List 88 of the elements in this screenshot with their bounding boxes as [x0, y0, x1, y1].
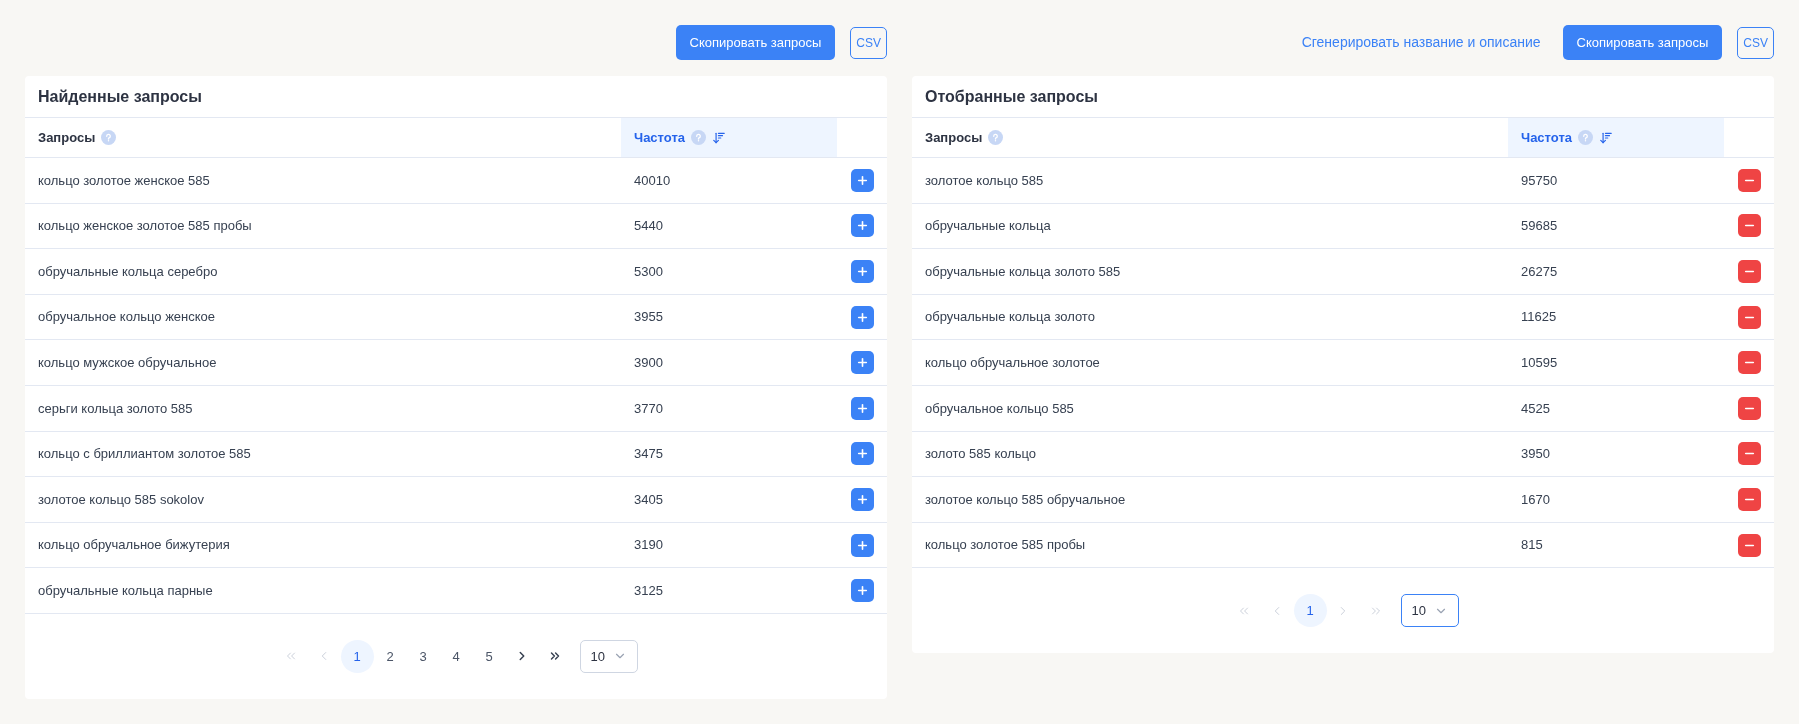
frequency-cell-text: 40010 — [633, 171, 672, 190]
csv-button[interactable]: CSV — [1737, 26, 1774, 59]
column-header[interactable]: Частота — [621, 118, 837, 157]
frequency-cell-text: 3190 — [633, 536, 664, 555]
query-cell-text: обручальные кольца — [924, 217, 1052, 236]
frequency-cell-text: 5300 — [633, 262, 664, 281]
query-cell-text: золото 585 кольцо — [924, 445, 1038, 464]
page-button[interactable]: 1 — [1293, 594, 1327, 628]
panel-title: Отобранные запросы — [925, 86, 1098, 107]
query-cell-text: серьги кольца золото 585 — [37, 399, 194, 418]
frequency-cell-text: 1670 — [1520, 490, 1551, 509]
page-button[interactable]: 4 — [439, 639, 473, 673]
column-header[interactable]: Запросы — [912, 118, 1508, 157]
page-button[interactable]: 1 — [340, 639, 374, 673]
plus-icon — [855, 356, 869, 370]
remove-button[interactable] — [1737, 487, 1761, 511]
remove-button[interactable] — [1737, 396, 1761, 420]
page-size-select[interactable]: 10 — [1400, 594, 1459, 628]
query-cell-text: обручальные кольца парные — [37, 581, 214, 600]
remove-button[interactable] — [1737, 442, 1761, 466]
column-header[interactable]: Частота — [1508, 118, 1724, 157]
frequency-cell-text: 59685 — [1520, 217, 1559, 236]
query-cell-text: обручальное кольцо 585 — [924, 399, 1075, 418]
frequency-cell-text: 11625 — [1520, 308, 1558, 327]
remove-button[interactable] — [1737, 533, 1761, 557]
query-cell-text: кольцо с бриллиантом золотое 585 — [37, 445, 252, 464]
query-cell-text: золотое кольцо 585 sokolov — [37, 490, 205, 509]
frequency-cell-text: 4525 — [1520, 399, 1551, 418]
plus-icon — [855, 538, 869, 552]
page-button[interactable]: 3 — [406, 639, 440, 673]
frequency-cell-text: 3900 — [633, 353, 664, 372]
query-cell-text: кольцо женское золотое 585 пробы — [37, 217, 253, 236]
plus-icon — [855, 492, 869, 506]
plus-icon — [855, 173, 869, 187]
sort-icon[interactable] — [1599, 130, 1613, 145]
frequency-cell-text: 3950 — [1520, 445, 1551, 464]
query-cell-text: золотое кольцо 585 обручальное — [924, 490, 1127, 509]
column-header[interactable]: Запросы — [25, 118, 621, 157]
frequency-cell-text: 3475 — [633, 445, 664, 464]
remove-button[interactable] — [1737, 305, 1761, 329]
plus-icon — [855, 401, 869, 415]
query-cell-text: обручальные кольца золото 585 — [924, 262, 1122, 281]
add-button[interactable] — [850, 396, 874, 420]
add-button[interactable] — [850, 305, 874, 329]
query-cell-text: кольцо мужское обручальное — [37, 353, 218, 372]
frequency-cell-text: 95750 — [1520, 171, 1559, 190]
csv-button[interactable]: CSV — [850, 26, 887, 59]
add-button[interactable] — [850, 214, 874, 238]
query-cell-text: кольцо золотое 585 пробы — [924, 536, 1087, 555]
frequency-cell-text: 5440 — [633, 217, 664, 236]
query-cell-text: обручальные кольца серебро — [37, 262, 219, 281]
plus-icon — [855, 310, 869, 324]
remove-button[interactable] — [1737, 214, 1761, 238]
remove-button[interactable] — [1737, 168, 1761, 192]
query-cell-text: золотое кольцо 585 — [924, 171, 1045, 190]
query-cell-text: кольцо обручальное золотое — [924, 353, 1101, 372]
add-button[interactable] — [850, 260, 874, 283]
page-size-select[interactable]: 10 — [579, 639, 638, 673]
add-button[interactable] — [850, 168, 874, 192]
frequency-cell-text: 26275 — [1520, 262, 1559, 281]
query-cell-text: обручальное кольцо женское — [37, 308, 217, 327]
plus-icon — [855, 219, 869, 233]
frequency-cell-text: 10595 — [1520, 353, 1559, 372]
add-button[interactable] — [850, 487, 874, 511]
panel-title: Найденные запросы — [38, 86, 202, 107]
remove-button[interactable] — [1737, 260, 1761, 283]
query-cell-text: кольцо золотое женское 585 — [37, 171, 211, 190]
page-button[interactable]: 2 — [373, 639, 407, 673]
add-button[interactable] — [850, 351, 874, 375]
add-button[interactable] — [850, 579, 874, 603]
frequency-cell-text: 815 — [1520, 536, 1544, 555]
add-button[interactable] — [850, 533, 874, 557]
query-cell-text: кольцо обручальное бижутерия — [37, 536, 231, 555]
frequency-cell-text: 3125 — [633, 581, 664, 600]
remove-button[interactable] — [1737, 351, 1761, 375]
query-cell-text: обручальные кольца золото — [924, 308, 1096, 327]
frequency-cell-text: 3955 — [633, 308, 664, 327]
frequency-cell-text: 3405 — [633, 490, 664, 509]
plus-icon — [855, 265, 869, 278]
page-button[interactable]: 5 — [472, 639, 506, 673]
sort-icon[interactable] — [712, 130, 726, 145]
frequency-cell-text: 3770 — [633, 399, 664, 418]
generate-link[interactable]: Сгенерировать название и описание — [1301, 32, 1541, 53]
plus-icon — [855, 584, 869, 598]
copy-queries-button[interactable]: Скопировать запросы — [1562, 25, 1723, 60]
plus-icon — [855, 447, 869, 461]
copy-queries-button[interactable]: Скопировать запросы — [675, 25, 836, 60]
add-button[interactable] — [850, 442, 874, 466]
